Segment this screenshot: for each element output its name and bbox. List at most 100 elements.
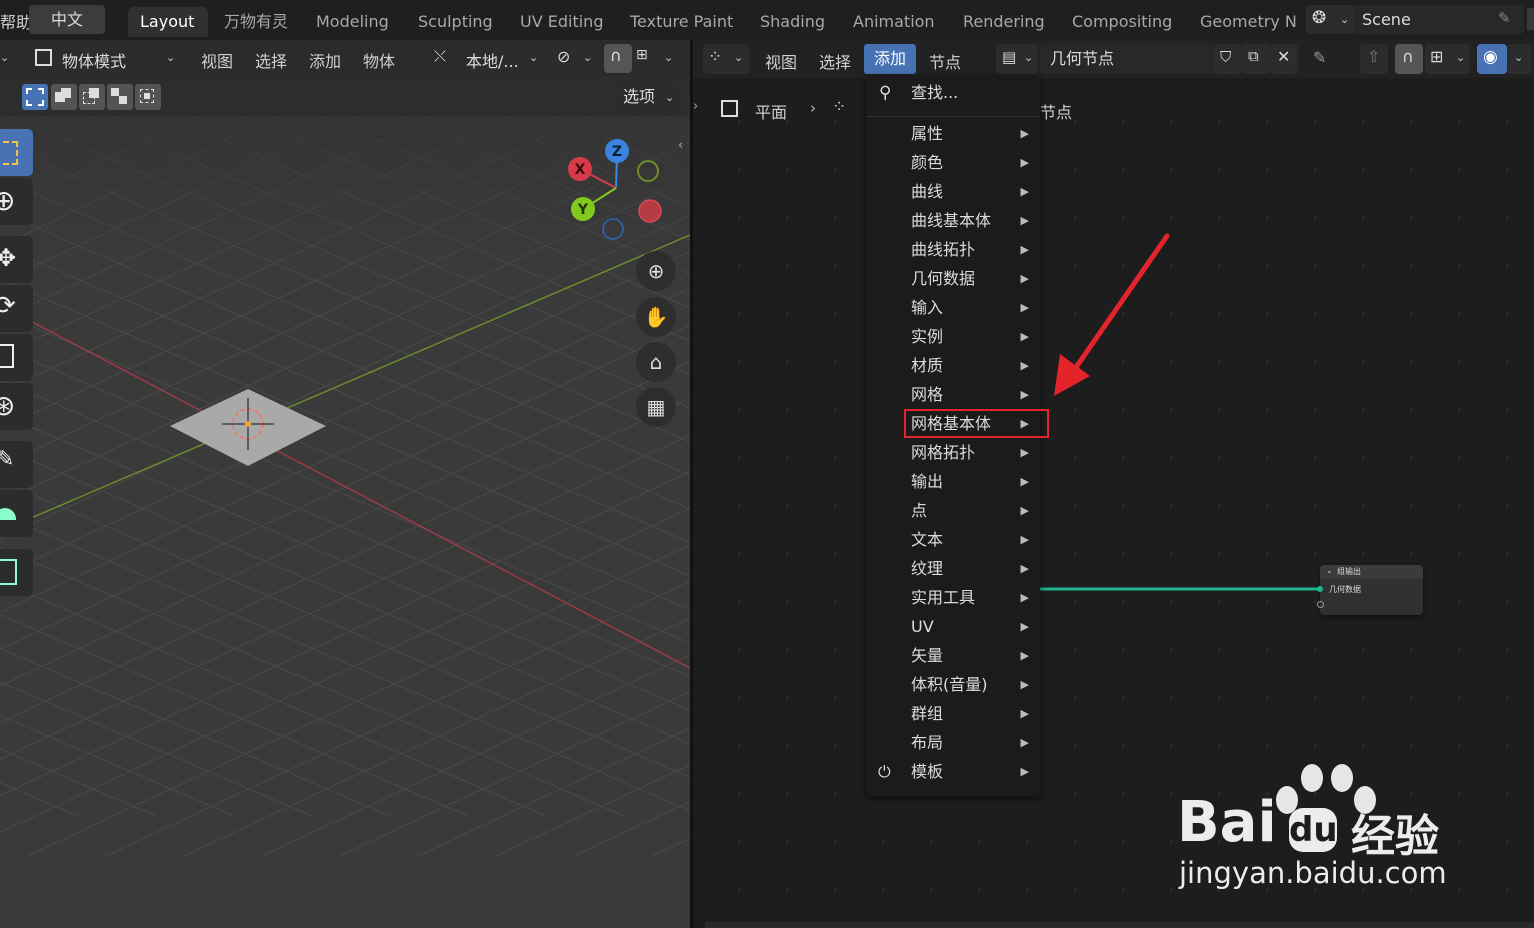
menu-item-5[interactable]: 几何数据 ▶ bbox=[866, 265, 1040, 293]
tab-workspace-4[interactable]: UV Editing bbox=[508, 7, 614, 37]
duplicate-button[interactable]: ⧉ bbox=[1242, 44, 1270, 74]
node-group-browser[interactable]: ▤ ⌄ bbox=[996, 44, 1038, 74]
overlay-toggle[interactable]: ◉ bbox=[1477, 44, 1507, 74]
select-subtract-button[interactable] bbox=[79, 84, 105, 110]
empty-socket[interactable] bbox=[1317, 601, 1324, 608]
parent-tree-button[interactable]: ⇧ bbox=[1360, 44, 1388, 74]
tab-workspace-8[interactable]: Rendering bbox=[951, 7, 1055, 37]
tab-workspace-0[interactable]: Layout bbox=[128, 7, 208, 37]
sidebar-toggle-icon[interactable]: ‹ bbox=[678, 138, 683, 153]
menu-item-18[interactable]: 矢量 ▶ bbox=[866, 642, 1040, 670]
cursor-tool[interactable]: ⊕ bbox=[0, 178, 33, 225]
menu-item-7[interactable]: 实例 ▶ bbox=[866, 323, 1040, 351]
menu-item-19[interactable]: 体积(音量) ▶ bbox=[866, 671, 1040, 699]
toolbar-toggle-icon[interactable]: › bbox=[693, 99, 698, 114]
zoom-icon[interactable]: ⊕ bbox=[636, 251, 676, 291]
perspective-grid-icon[interactable]: ▦ bbox=[636, 387, 676, 427]
rotate-tool[interactable]: ⟳ bbox=[0, 285, 33, 332]
viewport-menu-3[interactable]: 物体 bbox=[363, 48, 395, 72]
transform-orientation-selector[interactable]: ⤬ 本地/... ⌄ bbox=[428, 44, 543, 73]
select-extend-button[interactable] bbox=[51, 84, 77, 110]
tab-workspace-7[interactable]: Animation bbox=[841, 7, 947, 37]
node-menu-0[interactable]: 视图 bbox=[765, 49, 797, 73]
tab-workspace-6[interactable]: Shading bbox=[748, 7, 836, 37]
tab-workspace-1[interactable]: 万物有灵 bbox=[212, 7, 300, 37]
group-output-node[interactable]: ⌄ 组输出 几何数据 bbox=[1317, 565, 1423, 615]
chevron-down-icon[interactable]: ⌄ bbox=[1326, 566, 1333, 575]
menu-item-3[interactable]: 曲线基本体 ▶ bbox=[866, 207, 1040, 235]
scene-selector-button[interactable]: ❂ ⌄ bbox=[1306, 5, 1354, 34]
unlink-button[interactable]: ✕ bbox=[1270, 44, 1298, 74]
menu-item-8[interactable]: 材质 ▶ bbox=[866, 352, 1040, 380]
hand-pan-icon[interactable]: ✋ bbox=[636, 297, 676, 337]
menu-item-2[interactable]: 曲线 ▶ bbox=[866, 178, 1040, 206]
measure-tool[interactable] bbox=[0, 490, 33, 537]
select-intersect-button[interactable] bbox=[135, 84, 161, 110]
node-group-name-field[interactable]: 几何节点 bbox=[1040, 44, 1214, 74]
menu-item-label: 点 bbox=[911, 501, 928, 520]
menu-item-17[interactable]: UV ▶ bbox=[866, 613, 1040, 641]
navigation-gizmo[interactable]: Z X Y bbox=[560, 132, 670, 244]
options-dropdown[interactable]: 选项 ⌄ bbox=[611, 82, 679, 111]
tab-workspace-5[interactable]: Texture Paint bbox=[618, 7, 744, 37]
chevron-down-icon[interactable]: ⌄ bbox=[0, 51, 9, 64]
editor-type-selector[interactable]: ⁘ ⌄ bbox=[703, 44, 749, 74]
snap-target-selector[interactable]: ⊞ ⌄ bbox=[632, 44, 678, 73]
node-menu-2[interactable]: 添加 bbox=[864, 44, 917, 74]
menu-item-4[interactable]: 曲线拓扑 ▶ bbox=[866, 236, 1040, 264]
menu-item-14[interactable]: 文本 ▶ bbox=[866, 526, 1040, 554]
view-layer-fragment[interactable] bbox=[1527, 8, 1534, 30]
viewport-menu-2[interactable]: 添加 bbox=[309, 48, 341, 72]
menu-search[interactable]: ⚲ 查找... bbox=[866, 78, 1040, 108]
menu-item-15[interactable]: 纹理 ▶ bbox=[866, 555, 1040, 583]
geometry-socket[interactable] bbox=[1317, 586, 1323, 592]
object-mode-icon bbox=[35, 49, 52, 66]
menu-item-12[interactable]: 输出 ▶ bbox=[866, 468, 1040, 496]
tab-workspace-9[interactable]: Compositing bbox=[1060, 7, 1184, 37]
node-menu-3[interactable]: 节点 bbox=[929, 49, 961, 73]
snap-toggle[interactable]: ∩ bbox=[1395, 44, 1423, 74]
viewport-menu-0[interactable]: 视图 bbox=[201, 48, 233, 72]
help-menu-fragment[interactable]: 帮助 bbox=[0, 9, 32, 33]
menu-item-11[interactable]: 网格拓扑 ▶ bbox=[866, 439, 1040, 467]
mode-selector[interactable]: 物体模式 ⌄ bbox=[28, 44, 182, 73]
menu-item-label: 几何数据 bbox=[911, 269, 976, 288]
tab-workspace-3[interactable]: Sculpting bbox=[406, 7, 504, 37]
select-box-tool[interactable] bbox=[0, 129, 33, 176]
viewport-menu-1[interactable]: 选择 bbox=[255, 48, 287, 72]
menu-item-13[interactable]: 点 ▶ bbox=[866, 497, 1040, 525]
menu-item-22[interactable]: 模板 ▶ ⏻ bbox=[866, 758, 1040, 786]
snap-target-selector[interactable]: ⊞ ⌄ bbox=[1425, 44, 1470, 74]
pin-icon[interactable]: ✎ bbox=[1498, 9, 1511, 27]
move-tool[interactable]: ✥ bbox=[0, 236, 33, 283]
overlay-dropdown[interactable]: ⌄ bbox=[1507, 44, 1531, 74]
menu-item-21[interactable]: 布局 ▶ bbox=[866, 729, 1040, 757]
pin-icon[interactable]: ✎ bbox=[1313, 48, 1326, 67]
submenu-arrow-icon: ▶ bbox=[1020, 301, 1029, 314]
scale-tool[interactable] bbox=[0, 334, 33, 381]
select-new-button[interactable] bbox=[22, 84, 48, 110]
add-cube-tool[interactable] bbox=[0, 549, 33, 596]
language-button[interactable]: 中文 bbox=[29, 5, 105, 34]
menu-item-9[interactable]: 网格 ▶ bbox=[866, 381, 1040, 409]
submenu-arrow-icon: ▶ bbox=[1020, 736, 1029, 749]
menu-item-6[interactable]: 输入 ▶ bbox=[866, 294, 1040, 322]
menu-item-label: 布局 bbox=[911, 733, 944, 752]
camera-icon[interactable]: ⌂ bbox=[636, 342, 676, 382]
transform-tool[interactable]: ⊛ bbox=[0, 383, 33, 430]
horizontal-scrollbar[interactable] bbox=[705, 922, 1534, 928]
menu-item-20[interactable]: 群组 ▶ bbox=[866, 700, 1040, 728]
node-menu-1[interactable]: 选择 bbox=[819, 49, 851, 73]
menu-item-0[interactable]: 属性 ▶ bbox=[866, 120, 1040, 148]
menu-item-1[interactable]: 颜色 ▶ bbox=[866, 149, 1040, 177]
select-invert-button[interactable] bbox=[107, 84, 133, 110]
fake-user-button[interactable]: ⛉ bbox=[1214, 44, 1242, 74]
annotate-tool[interactable]: ✎ bbox=[0, 441, 33, 488]
menu-item-label: 模板 bbox=[911, 762, 944, 781]
tab-workspace-2[interactable]: Modeling bbox=[304, 7, 404, 37]
pivot-point-selector[interactable]: ⊘ ⌄ bbox=[551, 44, 597, 73]
tab-workspace-10[interactable]: Geometry N bbox=[1188, 7, 1298, 37]
menu-item-label: 曲线基本体 bbox=[911, 211, 992, 230]
menu-item-16[interactable]: 实用工具 ▶ bbox=[866, 584, 1040, 612]
snap-toggle[interactable]: ∩ bbox=[604, 44, 632, 73]
